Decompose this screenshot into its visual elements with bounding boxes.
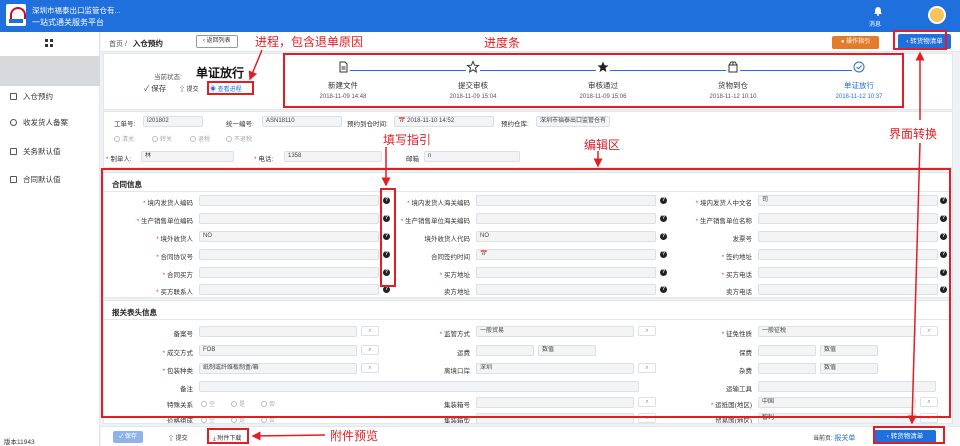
- annotation-arrows: [248, 49, 925, 441]
